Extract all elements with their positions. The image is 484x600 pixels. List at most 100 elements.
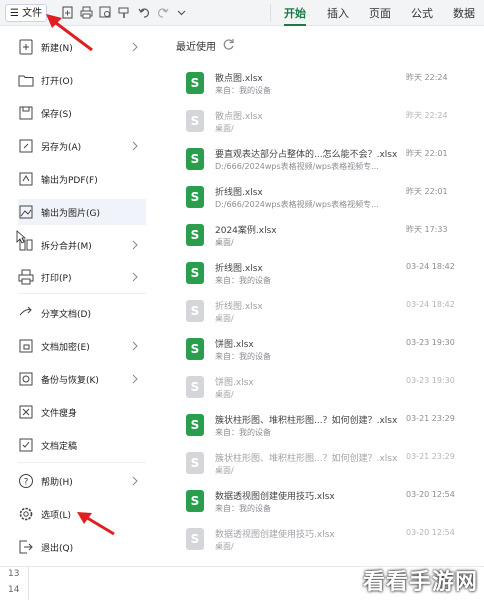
undo-icon[interactable]	[138, 6, 151, 19]
recent-file-row[interactable]: S 饼图.xlsx 桌面/ 03-23 19:30	[176, 370, 476, 408]
file-time: 昨天 22:24	[406, 111, 448, 120]
recent-file-row[interactable]: S 数据透视图创建使用技巧.xlsx 桌面/ 03-20 12:54	[176, 522, 476, 560]
save-icon	[19, 106, 33, 120]
gear-icon	[19, 507, 33, 521]
tab-data[interactable]: 数据	[453, 5, 475, 21]
file-name: 2024案例.xlsx	[215, 226, 277, 236]
menu-label: 打印(P)	[41, 273, 72, 284]
menu-label: 文档加密(E)	[41, 342, 90, 353]
encrypt-icon	[19, 339, 33, 353]
share-icon	[19, 306, 32, 316]
file-name: 簇状柱形图、堆积柱形图...？如何创建？.xlsx	[215, 454, 398, 464]
recent-file-row[interactable]: S 散点图.xlsx 桌面/ 昨天 22:24	[176, 104, 476, 142]
menu-item-save[interactable]: 保存(S)	[18, 100, 146, 126]
file-name: 数据透视图创建使用技巧.xlsx	[215, 492, 335, 502]
chevron-right-icon	[132, 476, 138, 486]
file-time: 03-23 19:30	[406, 338, 455, 347]
recent-file-row[interactable]: S 簇状柱形图、堆积柱形图...？如何创建？.xlsx 桌面/ 03-21 23…	[176, 446, 476, 484]
chevron-right-icon	[132, 374, 138, 384]
mouse-cursor-icon	[16, 230, 26, 244]
recent-file-row[interactable]: S 折线图.xlsx 来自：我的设备 03-24 18:42	[176, 256, 476, 294]
file-time: 昨天 22:01	[406, 187, 448, 196]
recent-file-row[interactable]: S 折线图.xlsx D:/666/2024wps表格视频/wps表格视频专..…	[176, 180, 476, 218]
file-location: 来自：我的设备	[215, 504, 271, 513]
recent-file-row[interactable]: S 2024案例.xlsx 桌面/ 昨天 17:33	[176, 218, 476, 256]
menu-item-encrypt[interactable]: 文档加密(E)	[18, 333, 146, 359]
finalize-icon	[19, 438, 33, 452]
menu-label: 文件瘦身	[41, 408, 78, 419]
file-time: 03-20 12:54	[406, 490, 455, 499]
menu-label: 备份与恢复(K)	[41, 375, 99, 386]
menu-label: 文档定稿	[41, 441, 78, 452]
chevron-right-icon	[132, 272, 138, 282]
spreadsheet-file-icon: S	[186, 224, 204, 246]
recent-file-row[interactable]: S 要直观表达部分占整体的...怎么能不会？.xlsx D:/666/2024w…	[176, 142, 476, 180]
watermark: 看看手游网	[362, 570, 478, 595]
file-menu-panel: 新建(N) 打开(O) 保存(S) 另存为(A) 输出为PDF(F) 输出为图片…	[0, 26, 156, 566]
print-icon	[18, 269, 34, 285]
recent-file-row[interactable]: S 饼图.xlsx 来自：我的设备 03-23 19:30	[176, 332, 476, 370]
menu-item-export-pdf[interactable]: 输出为PDF(F)	[18, 166, 146, 192]
menu-item-backup[interactable]: 备份与恢复(K)	[18, 366, 146, 392]
new-file-icon	[19, 39, 33, 55]
menu-item-share[interactable]: 分享文档(D)	[18, 300, 146, 326]
recent-file-row[interactable]: S 折线图.xlsx 桌面/ 03-24 18:42	[176, 294, 476, 332]
spreadsheet-file-icon: S	[186, 338, 204, 360]
folder-icon	[18, 75, 34, 87]
file-location: D:/666/2024wps表格视频/wps表格视频专...	[215, 200, 379, 209]
menu-label: 打开(O)	[41, 76, 74, 87]
menu-label: 拆分合并(M)	[41, 241, 92, 252]
file-location: D:/666/2024wps表格视频/wps表格视频专...	[215, 162, 379, 171]
tab-formula[interactable]: 公式	[411, 5, 433, 21]
redo-icon[interactable]	[156, 6, 169, 19]
file-location: 来自：我的设备	[215, 276, 271, 285]
menu-label: 帮助(H)	[41, 477, 73, 488]
menu-item-save-as[interactable]: 另存为(A)	[18, 133, 146, 159]
print-preview-icon[interactable]	[99, 6, 112, 19]
file-name: 要直观表达部分占整体的...怎么能不会？.xlsx	[215, 150, 398, 160]
chevron-down-icon[interactable]	[175, 6, 188, 19]
menu-label: 退出(Q)	[41, 543, 74, 554]
menu-label: 选项(L)	[41, 510, 72, 521]
svg-text:?: ?	[24, 478, 29, 488]
spreadsheet-file-icon: S	[186, 72, 204, 94]
tab-page[interactable]: 页面	[369, 5, 391, 21]
spreadsheet-file-icon: S	[186, 300, 204, 322]
menu-item-slim[interactable]: 文件瘦身	[18, 399, 146, 425]
file-time: 昨天 22:01	[406, 149, 448, 158]
refresh-icon[interactable]	[222, 38, 235, 51]
file-location: 桌面/	[215, 542, 234, 551]
recent-title: 最近使用	[176, 42, 216, 53]
menu-item-finalize[interactable]: 文档定稿	[18, 432, 146, 458]
file-time: 昨天 17:33	[406, 225, 448, 234]
annotation-arrow	[46, 14, 93, 52]
backup-icon	[19, 372, 33, 386]
exit-icon	[19, 540, 33, 554]
menu-item-split-merge[interactable]: 拆分合并(M)	[18, 232, 146, 258]
recent-file-row[interactable]: S 散点图.xlsx 来自：我的设备 昨天 22:24	[176, 66, 476, 104]
recent-file-row[interactable]: S 簇状柱形图、堆积柱形图...？如何创建？.xlsx 来自：我的设备 03-2…	[176, 408, 476, 446]
file-location: 桌面/	[215, 238, 234, 247]
menu-item-print[interactable]: 打印(P)	[18, 264, 146, 290]
chevron-right-icon	[132, 341, 138, 351]
tab-home[interactable]: 开始	[284, 5, 306, 26]
file-location: 来自：我的设备	[215, 352, 271, 361]
file-time: 03-20 12:54	[406, 528, 455, 537]
menu-label: 输出为图片(G)	[41, 208, 100, 219]
menu-label: 分享文档(D)	[41, 309, 91, 320]
annotation-arrow	[77, 512, 115, 536]
menu-item-help[interactable]: ? 帮助(H)	[18, 468, 146, 494]
recent-file-row[interactable]: S 数据透视图创建使用技巧.xlsx 来自：我的设备 03-20 12:54	[176, 484, 476, 522]
file-location: 桌面/	[215, 390, 234, 399]
format-painter-icon[interactable]	[118, 6, 131, 19]
menu-label: 另存为(A)	[41, 142, 82, 153]
image-icon	[19, 205, 33, 219]
spreadsheet-file-icon: S	[186, 528, 204, 550]
pdf-icon	[19, 172, 33, 186]
spreadsheet-file-icon: S	[186, 490, 204, 512]
chevron-right-icon	[132, 42, 138, 52]
spreadsheet-file-icon: S	[186, 376, 204, 398]
tab-insert[interactable]: 插入	[327, 5, 349, 21]
menu-item-export-image[interactable]: 输出为图片(G)	[18, 199, 146, 225]
menu-item-open[interactable]: 打开(O)	[18, 67, 146, 93]
